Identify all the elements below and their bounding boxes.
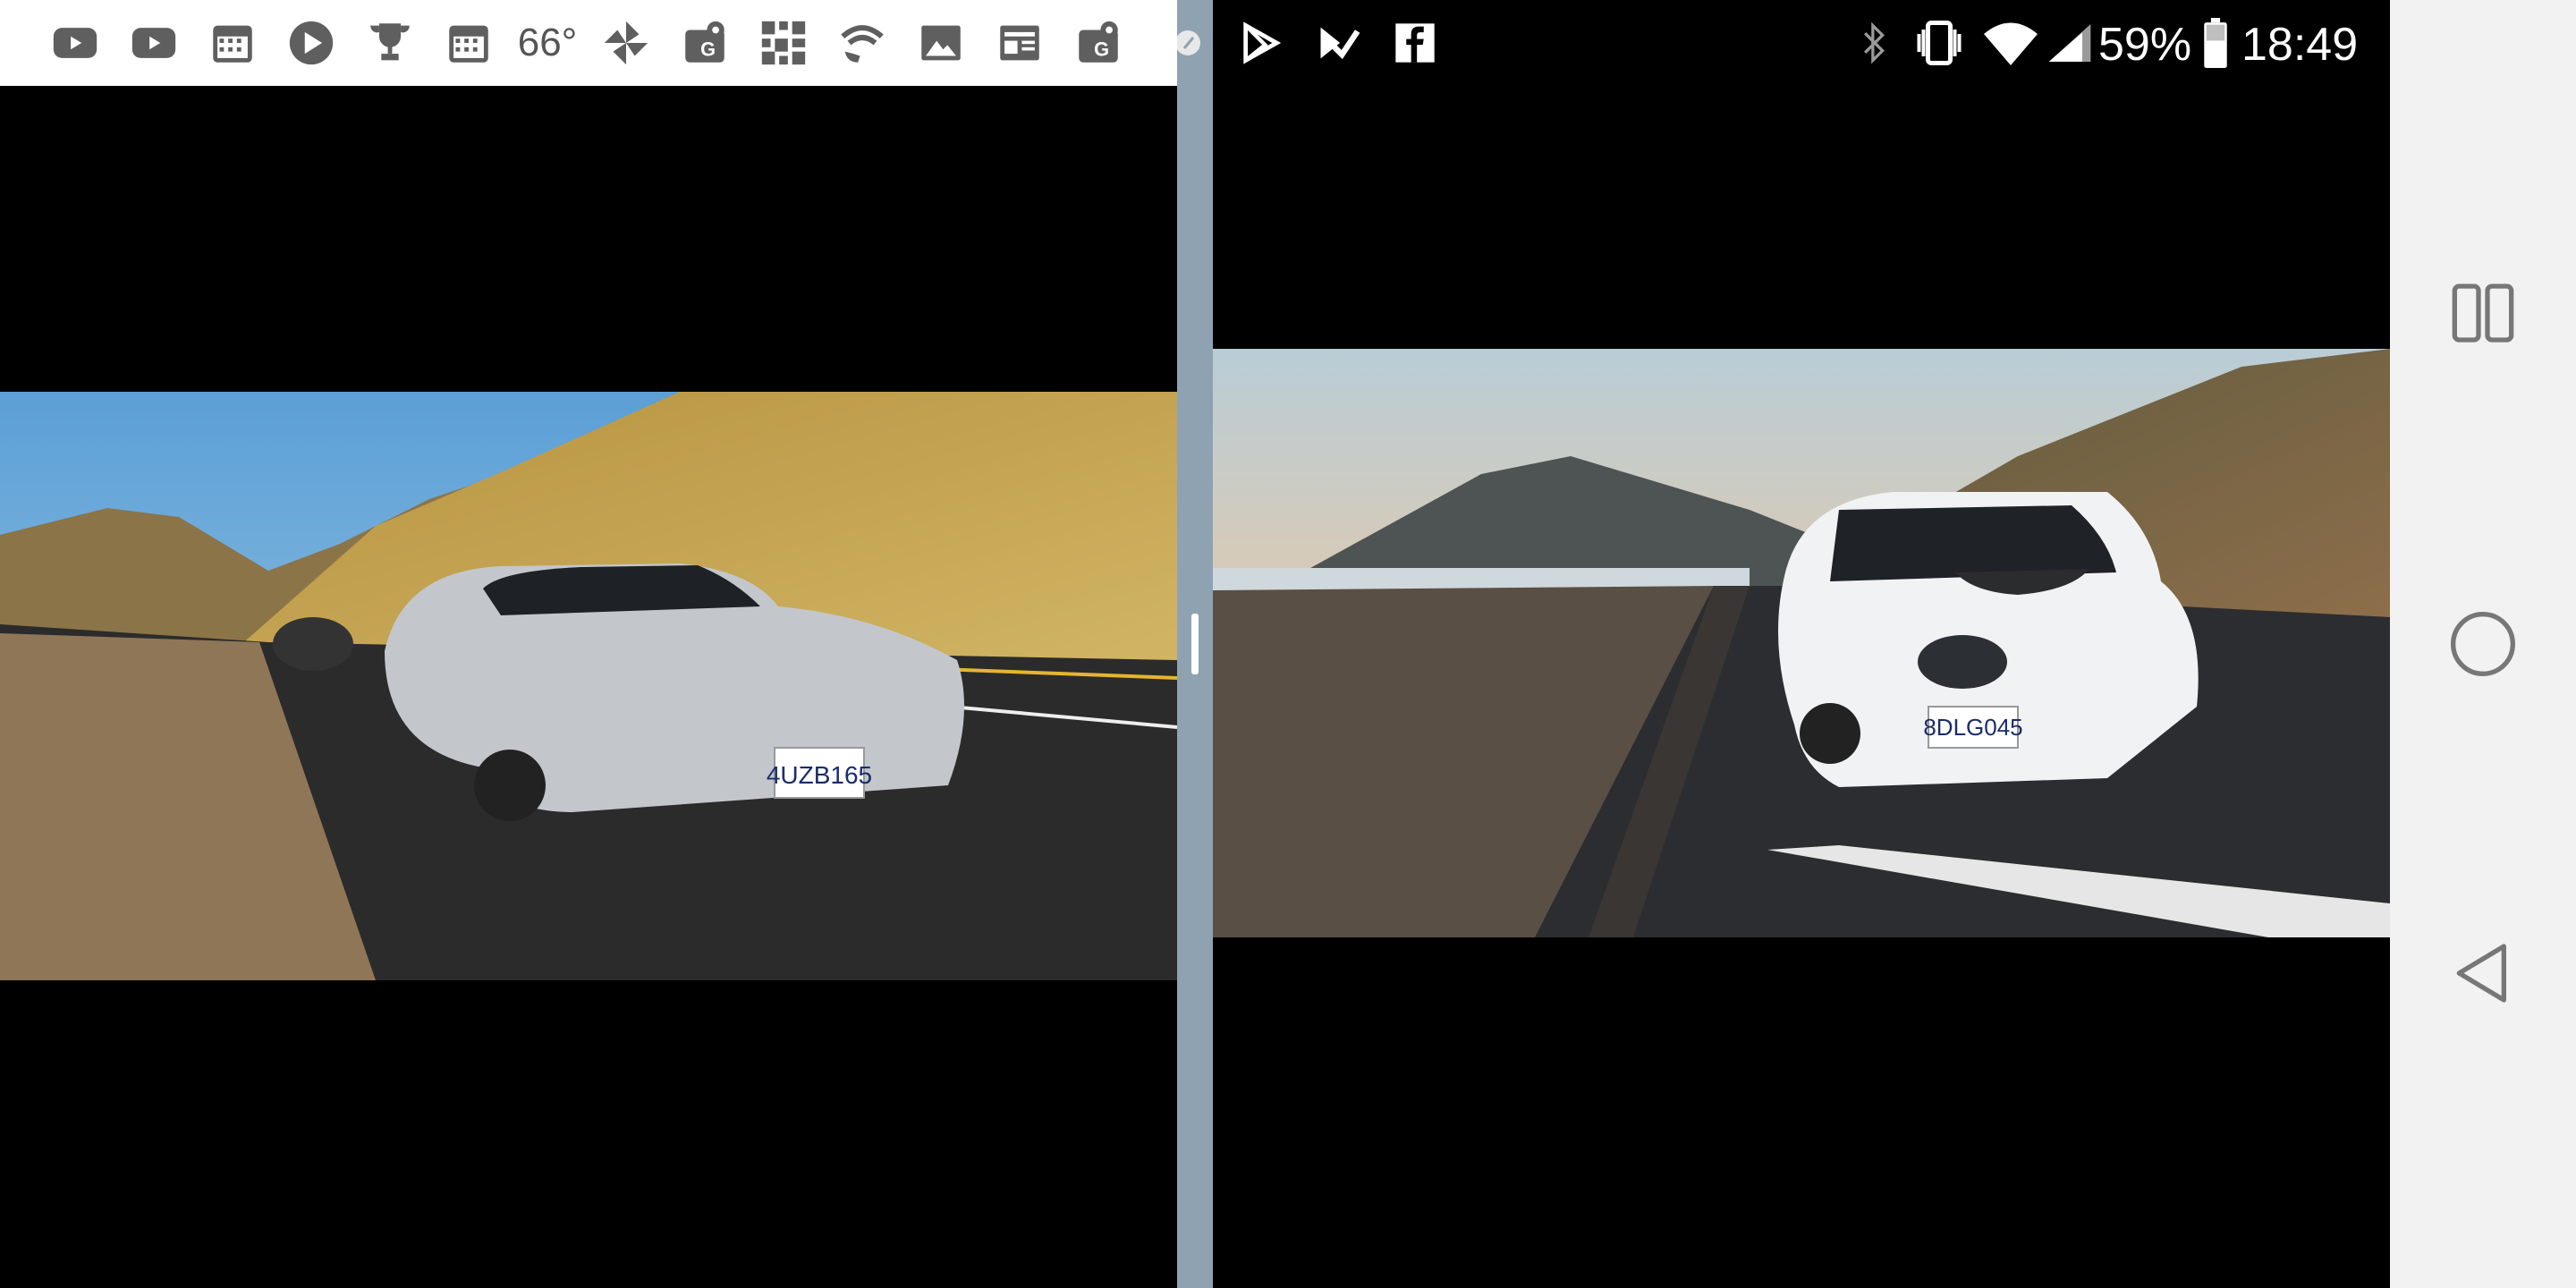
maps-icon: G [1059, 0, 1138, 86]
battery-icon [2204, 18, 2227, 68]
vibrate-icon [1917, 21, 1962, 65]
divider-drag-handle[interactable] [1191, 614, 1199, 674]
qr-code-icon [744, 0, 823, 86]
battery-percent: 59% [2098, 19, 2192, 71]
youtube-icon [114, 0, 193, 86]
play-store-icon [1243, 21, 1282, 64]
split-screen-icon [2452, 284, 2514, 343]
right-plate-text: 8DLG045 [1923, 714, 2022, 741]
youtube-icon [36, 0, 114, 86]
right-status-bar: 59% 18:49 [1213, 0, 2390, 86]
facebook-icon [1395, 23, 1435, 63]
home-circle-icon [2451, 612, 2515, 676]
right-app-pane[interactable]: 8DLG045 [1213, 0, 2390, 1288]
play-store-icon [272, 0, 351, 86]
left-app-pane[interactable]: 4UZB165 66° G G [0, 0, 1177, 1288]
calendar-icon [193, 0, 272, 86]
left-car-photo[interactable]: 4UZB165 [0, 392, 1177, 980]
svg-text:G: G [700, 38, 716, 61]
bluetooth-icon [1864, 21, 1885, 64]
check-list-icon [1320, 27, 1360, 60]
weather-temp: 66° [517, 21, 578, 64]
signal-icon [2048, 24, 2091, 62]
divider-edge-icon [1177, 30, 1200, 55]
wifi-icon [1984, 22, 2038, 65]
photo-icon [902, 0, 980, 86]
pinwheel-icon [587, 0, 665, 86]
svg-text:G: G [1094, 38, 1109, 61]
news-icon [980, 0, 1059, 86]
navigation-bar [2390, 0, 2576, 1288]
left-plate-text: 4UZB165 [767, 761, 872, 789]
maps-icon: G [665, 0, 744, 86]
wifi-call-icon [823, 0, 902, 86]
calendar-icon [429, 0, 508, 86]
clock-time: 18:49 [2241, 19, 2359, 71]
left-status-bar: 66° G G [0, 0, 1177, 86]
trophy-icon [351, 0, 429, 86]
back-triangle-icon [2456, 944, 2506, 1003]
right-car-photo[interactable]: 8DLG045 [1213, 349, 2390, 937]
home-button[interactable] [2390, 572, 2576, 716]
split-screen-button[interactable] [2390, 242, 2576, 385]
back-button[interactable] [2390, 902, 2576, 1045]
